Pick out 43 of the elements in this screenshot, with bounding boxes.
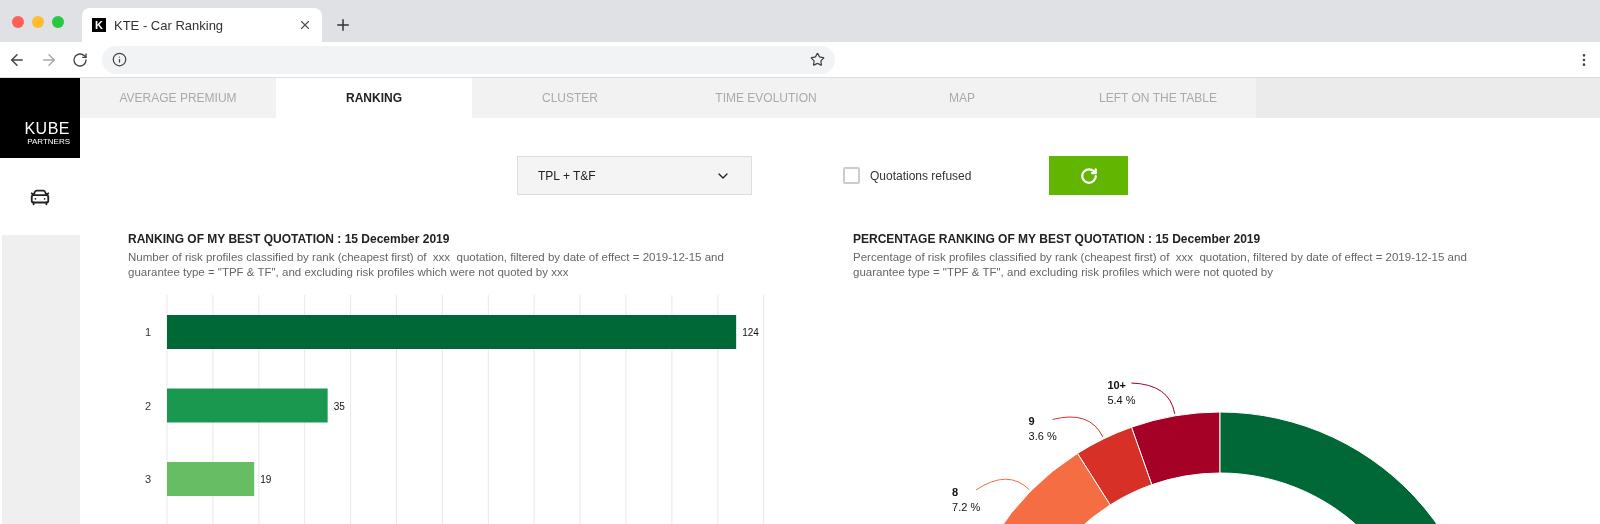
close-icon[interactable] bbox=[298, 18, 312, 32]
category-label: 3 bbox=[145, 473, 152, 485]
nav-tab[interactable]: MAP bbox=[864, 78, 1060, 118]
category-label: 2 bbox=[145, 399, 152, 412]
slice-label: 8 bbox=[952, 485, 959, 498]
nav-tab[interactable]: CLUSTER bbox=[472, 78, 668, 118]
new-tab-button[interactable] bbox=[334, 16, 352, 34]
favicon: K bbox=[92, 18, 106, 32]
close-window-dot[interactable] bbox=[12, 16, 24, 28]
slice-label: 10+ bbox=[1107, 379, 1127, 391]
chart-description: Percentage of risk profiles classified by rank (cheapest first) of xxx quotation, filtered by date of effect = 2019-12-15 and guarantee type = "TPF & TF", and excluding risk profiles which were not quoted by bbox=[853, 250, 1468, 280]
nav-tab[interactable]: LEFT ON THE TABLE bbox=[1060, 78, 1256, 118]
bar-value-label: 124 bbox=[742, 327, 759, 338]
nav-tab[interactable]: AVERAGE PREMIUM bbox=[80, 78, 276, 118]
bookmark-star-icon[interactable] bbox=[810, 52, 825, 67]
logo-name: KUBE bbox=[24, 121, 70, 137]
slice-label: 9 bbox=[1028, 415, 1035, 428]
logo-tagline: PARTNERS bbox=[27, 137, 70, 146]
slice-value-label: 5.4 % bbox=[1107, 394, 1136, 406]
bar-value-label: 35 bbox=[333, 400, 345, 412]
bar-value-label: 19 bbox=[260, 474, 272, 485]
checkbox-label: Quotations refused bbox=[870, 168, 972, 183]
maximize-window-dot[interactable] bbox=[52, 16, 64, 28]
slice-value-label: 3.6 % bbox=[1028, 430, 1057, 443]
chart-title: PERCENTAGE RANKING OF MY BEST QUOTATION : 15 December 2019 bbox=[853, 232, 1262, 246]
reload-button[interactable] bbox=[72, 51, 88, 68]
refresh-icon bbox=[1079, 166, 1098, 185]
chart-description: Number of risk profiles classified by rank (cheapest first) of xxx quotation, filtered by date of effect = 2019-12-15 and guarantee type = "TPF & TF", and excluding risk profiles which were not quoted by xxx bbox=[128, 250, 725, 280]
reload-icon bbox=[72, 51, 88, 68]
tab-title: KTE - Car Ranking bbox=[114, 17, 225, 33]
browser-tab[interactable]: K KTE - Car Ranking bbox=[82, 8, 322, 42]
category-label: 1 bbox=[145, 326, 152, 338]
guarantee-select[interactable]: TPL + T&F bbox=[517, 156, 752, 195]
leader-line bbox=[975, 478, 1030, 491]
info-icon bbox=[112, 52, 127, 67]
minimize-window-dot[interactable] bbox=[32, 16, 44, 28]
checkbox[interactable] bbox=[843, 167, 860, 184]
slice-value-label: 7.2 % bbox=[952, 500, 981, 513]
chart-title: RANKING OF MY BEST QUOTATION : 15 December 2019 bbox=[128, 232, 451, 246]
refresh-button[interactable] bbox=[1049, 156, 1129, 195]
nav-tab[interactable]: RANKING bbox=[276, 78, 472, 118]
plus-icon bbox=[334, 16, 352, 34]
nav-tab[interactable]: TIME EVOLUTION bbox=[668, 78, 864, 118]
